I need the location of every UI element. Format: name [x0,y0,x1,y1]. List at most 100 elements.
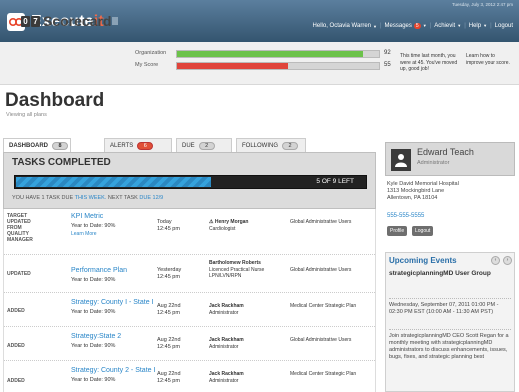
chevron-left-icon[interactable]: ‹ [491,256,500,265]
achievit-chevron-down-icon: ▼ [457,23,462,28]
profile-role: Administrator [417,160,450,166]
profile-phone[interactable]: 555-555-5555 [387,213,424,219]
row-due: Yesterday 12:45 pm [157,267,182,280]
tasks-panel: TASKS COMPLETED 5 OF 9 LEFT YOU HAVE 1 T… [3,152,376,209]
row-ytd: Year to Date: 90% [71,377,116,383]
row-title-link[interactable]: Strategy:State 2 [71,333,121,340]
upcoming-events-panel: Upcoming Events ‹ › strategicplanningMD … [385,252,515,392]
nav-divider: | [490,23,492,29]
score-digits: 0 7 [21,16,41,27]
tasks-title: TASKS COMPLETED [12,157,111,168]
activity-table: TARGET UPDATED FROM QUALITY MANAGER KPI … [3,209,376,392]
profile-button[interactable]: Profile [387,226,408,236]
events-heading: Upcoming Events [389,256,457,265]
table-row[interactable]: ADDED Strategy:State 2 Year to Date: 90%… [4,327,375,361]
row-org: Medical Center Strategic Plan [290,303,357,309]
app-badge-icon [112,17,118,25]
tab-alerts[interactable]: ALERTS 6 [104,138,172,152]
row-status: TARGET UPDATED FROM QUALITY MANAGER [7,213,33,243]
current-date: Tuesday, July 3, 2012 2:47 pm [451,2,513,7]
this-week-link[interactable]: THIS WEEK. [75,195,107,201]
tab-count-badge: 8 [52,141,68,150]
my-score-value: 55 [384,62,391,68]
profile-name: Edward Teach [417,147,474,157]
my-score-label: My Score [135,62,159,68]
row-due: Aug 22nd 12:45 pm [157,371,181,384]
score-message: This time last month, you were at 45. Yo… [400,53,458,72]
event-title[interactable]: strategicplanningMD User Group [389,270,511,279]
row-status: UPDATED [7,271,31,277]
page-subtitle: Viewing all plans [6,112,47,118]
user-greeting[interactable]: Hello, Octavia Warren [313,23,371,29]
profile-card: Edward Teach Administrator [385,142,515,176]
organization-score-bar [176,50,380,58]
my-score-bar [176,62,380,70]
event-time: Wednesday, September 07, 2011 01:00 PM -… [389,298,511,316]
tab-count-badge: 2 [198,141,215,150]
row-person: Bartholomew Roberts Licenced Practical Nu… [209,260,265,279]
row-org: Global Administrative Users [290,267,352,273]
tasks-note: YOU HAVE 1 TASK DUE THIS WEEK. NEXT TASK… [12,195,164,201]
tasks-progress-bar: 5 OF 9 LEFT [14,175,367,189]
row-due: Aug 22nd 12:45 pm [157,303,181,316]
profile-address: Kyle David Memorial Hospital 1313 Mockin… [387,181,459,201]
help-link[interactable]: Help ▼ [469,23,487,29]
nav-divider: | [464,23,466,29]
row-title-link[interactable]: KPI Metric [71,213,103,220]
help-chevron-down-icon: ▼ [483,23,488,28]
organization-score-fill [177,51,363,57]
row-ytd: Year to Date: 90% [71,343,116,349]
row-org: Medical Center Strategic Plan [290,371,357,377]
messages-link[interactable]: Messages 5 ▼ [385,23,427,29]
row-due: Aug 22nd 12:45 pm [157,337,181,350]
row-person: ⚠ Henry Morgan Cardiologist [209,219,249,232]
scorecard-title: Scorecard [43,13,112,29]
row-ytd: Year to Date: 90% [71,223,116,229]
tab-dashboard[interactable]: DASHBOARD 8 [3,138,71,152]
row-person: Jack Rackham Administrator [209,337,244,350]
person-icon: ⚠ [209,219,214,225]
next-due-link[interactable]: DUE 12/9 [139,195,163,201]
row-person: Jack Rackham Administrator [209,371,244,384]
learn-more-link[interactable]: Learn More [71,231,97,237]
score-digit: 0 [21,16,30,27]
page-title: Dashboard [5,90,105,111]
row-person: Jack Rackham Administrator [209,303,244,316]
messages-count-badge: 5 [413,23,421,29]
tab-following[interactable]: FOLLOWING 2 [236,138,306,152]
achievit-link[interactable]: Achievit ▼ [434,23,461,29]
row-title-link[interactable]: Strategy: County I - State I [71,299,153,306]
improve-score-link[interactable]: Learn how to improve your score. [466,53,514,66]
score-digit: 7 [31,16,40,27]
table-row[interactable]: UPDATED Performance Plan Year to Date: 9… [4,255,375,293]
row-org: Global Administrative Users [290,337,352,343]
organization-label: Organization [135,50,167,56]
top-nav: Hello, Octavia Warren ▼ | Messages 5 ▼ | Ac… [313,23,513,29]
row-ytd: Year to Date: 90% [71,309,116,315]
table-row[interactable]: ADDED Strategy: County I - State I Year … [4,293,375,327]
row-status: ADDED [7,343,25,349]
chevron-right-icon[interactable]: › [503,256,512,265]
row-status: ADDED [7,308,25,314]
row-status: ADDED [7,378,25,384]
tab-due[interactable]: DUE 2 [176,138,232,152]
row-ytd: Year to Date: 90% [71,277,116,283]
tasks-progress-text: 5 OF 9 LEFT [316,178,354,185]
my-score-fill [177,63,289,69]
table-row[interactable]: ADDED Strategy: County 2 - State I Year … [4,361,375,392]
row-due: Today 12:45 pm [157,219,180,232]
nav-divider: | [429,23,432,29]
user-icon [395,154,407,167]
tasks-progress-fill [16,177,211,187]
logout-button[interactable]: Logout [412,226,434,236]
row-org: Global Administrative Users [290,219,352,225]
avatar [391,149,411,171]
tab-count-badge: 6 [137,141,154,150]
logout-link[interactable]: Logout [495,23,513,29]
tab-count-badge: 2 [282,141,299,150]
row-title-link[interactable]: Strategy: County 2 - State I [71,367,155,374]
row-title-link[interactable]: Performance Plan [71,267,127,274]
table-row[interactable]: TARGET UPDATED FROM QUALITY MANAGER KPI … [4,209,375,255]
messages-chevron-down-icon: ▼ [422,23,427,28]
event-description: Join strategicplanningMD CEO Scott Regan… [389,329,511,361]
